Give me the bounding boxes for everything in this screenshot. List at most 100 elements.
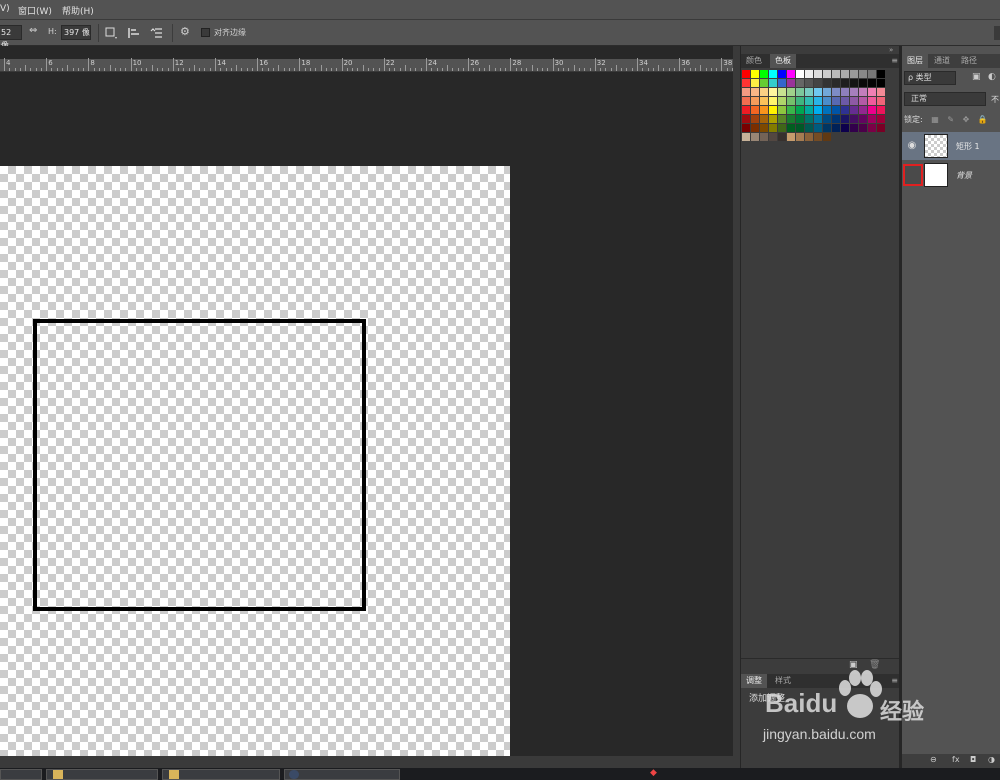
color-swatch[interactable] [877, 115, 885, 123]
color-swatch[interactable] [760, 124, 768, 132]
color-swatch[interactable] [742, 115, 750, 123]
color-swatch[interactable] [778, 79, 786, 87]
width-field[interactable]: 52 像 [0, 25, 22, 50]
tray-icon[interactable]: ◆ [650, 768, 657, 778]
color-swatch[interactable] [796, 88, 804, 96]
color-swatch[interactable] [778, 88, 786, 96]
tab-channels[interactable]: 通道 [929, 54, 955, 68]
color-swatch[interactable] [832, 79, 840, 87]
tab-color[interactable]: 颜色 [741, 54, 767, 68]
color-swatch[interactable] [778, 115, 786, 123]
panel-menu-icon[interactable]: ≡ [891, 56, 898, 65]
color-swatch[interactable] [859, 115, 867, 123]
taskbar-folder-button[interactable] [162, 769, 280, 780]
color-swatch[interactable] [769, 88, 777, 96]
color-swatch[interactable] [769, 79, 777, 87]
color-swatch[interactable] [823, 79, 831, 87]
color-swatch[interactable] [850, 97, 858, 105]
color-swatch[interactable] [742, 88, 750, 96]
tab-layers[interactable]: 图层 [902, 54, 928, 68]
color-swatch[interactable] [832, 70, 840, 78]
taskbar-button[interactable] [0, 769, 42, 780]
color-swatch[interactable] [850, 79, 858, 87]
color-swatch[interactable] [742, 97, 750, 105]
color-swatch[interactable] [823, 97, 831, 105]
color-swatch[interactable] [796, 97, 804, 105]
taskbar-folder-button[interactable] [46, 769, 158, 780]
image-filter-icon[interactable]: ▣ [972, 72, 981, 82]
lock-all-icon[interactable]: 🔒 [978, 115, 988, 124]
color-swatch[interactable] [823, 106, 831, 114]
color-swatch[interactable] [814, 79, 822, 87]
taskbar-photoshop-button[interactable] [284, 769, 400, 780]
color-swatch[interactable] [751, 133, 759, 141]
color-swatch[interactable] [778, 106, 786, 114]
color-swatch[interactable] [877, 97, 885, 105]
blend-mode-select[interactable]: 正常 [904, 92, 986, 106]
color-swatch[interactable] [859, 97, 867, 105]
color-swatch[interactable] [877, 88, 885, 96]
color-swatch[interactable] [787, 70, 795, 78]
color-swatch[interactable] [787, 79, 795, 87]
tab-swatches[interactable]: 色板 [770, 54, 796, 68]
color-swatch[interactable] [814, 70, 822, 78]
menu-window[interactable]: 窗口(W) [18, 4, 52, 17]
vertical-scrollbar[interactable] [733, 46, 740, 756]
color-swatch[interactable] [859, 124, 867, 132]
color-swatch[interactable] [805, 79, 813, 87]
gear-icon[interactable]: ⚙ [180, 25, 190, 38]
color-swatch[interactable] [877, 124, 885, 132]
color-swatch[interactable] [769, 124, 777, 132]
color-swatch[interactable] [760, 106, 768, 114]
color-swatch[interactable] [760, 133, 768, 141]
color-swatch[interactable] [814, 88, 822, 96]
visibility-toggle-icon[interactable] [903, 164, 923, 186]
color-swatch[interactable] [859, 88, 867, 96]
color-swatch[interactable] [760, 97, 768, 105]
color-swatch[interactable] [868, 115, 876, 123]
color-swatch[interactable] [742, 133, 750, 141]
color-swatch[interactable] [751, 106, 759, 114]
rectangle-shape[interactable] [33, 319, 366, 611]
color-swatch[interactable] [796, 79, 804, 87]
color-swatch[interactable] [832, 88, 840, 96]
color-swatch[interactable] [868, 79, 876, 87]
color-swatch[interactable] [796, 115, 804, 123]
color-swatch[interactable] [814, 106, 822, 114]
lock-move-icon[interactable]: ✥ [963, 115, 970, 124]
color-swatch[interactable] [760, 70, 768, 78]
color-swatch[interactable] [868, 88, 876, 96]
color-swatch[interactable] [742, 70, 750, 78]
color-swatch[interactable] [778, 133, 786, 141]
layer-name[interactable]: 背景 [956, 170, 972, 181]
color-swatch[interactable] [760, 79, 768, 87]
color-swatch[interactable] [796, 124, 804, 132]
path-operations-icon[interactable] [104, 26, 118, 40]
tab-paths[interactable]: 路径 [956, 54, 982, 68]
color-swatch[interactable] [805, 124, 813, 132]
menu-help[interactable]: 帮助(H) [62, 4, 94, 17]
color-swatch[interactable] [841, 79, 849, 87]
color-swatch[interactable] [814, 124, 822, 132]
color-swatch[interactable] [796, 133, 804, 141]
color-swatch[interactable] [832, 115, 840, 123]
color-swatch[interactable] [841, 97, 849, 105]
color-swatch[interactable] [877, 70, 885, 78]
color-swatch[interactable] [805, 97, 813, 105]
color-swatch[interactable] [796, 70, 804, 78]
color-swatch[interactable] [742, 106, 750, 114]
align-edges-checkbox[interactable] [201, 28, 210, 37]
color-swatch[interactable] [814, 115, 822, 123]
color-swatch[interactable] [832, 124, 840, 132]
color-swatch[interactable] [850, 70, 858, 78]
color-swatch[interactable] [796, 106, 804, 114]
color-swatch[interactable] [823, 70, 831, 78]
filter-type-select[interactable]: ρ 类型 [904, 71, 956, 85]
workspace-button[interactable] [994, 26, 1000, 40]
color-swatch[interactable] [850, 115, 858, 123]
color-swatch[interactable] [751, 115, 759, 123]
color-swatch[interactable] [841, 124, 849, 132]
color-swatch[interactable] [769, 70, 777, 78]
color-swatch[interactable] [814, 97, 822, 105]
color-swatch[interactable] [868, 124, 876, 132]
